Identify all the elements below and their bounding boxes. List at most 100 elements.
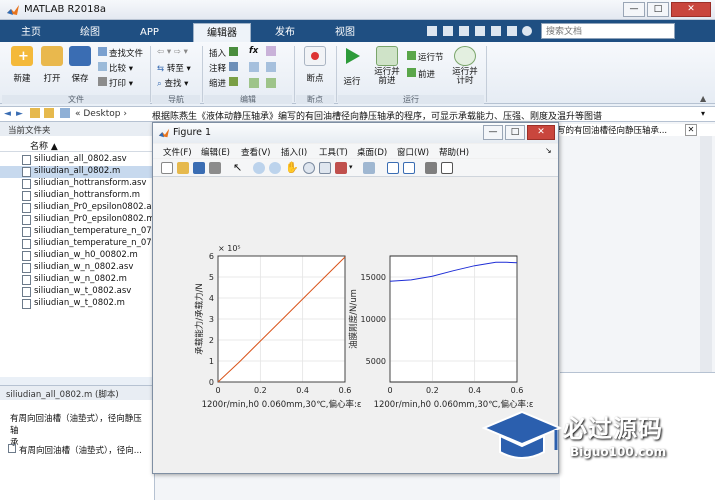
indent-button[interactable]: 缩进: [209, 77, 238, 89]
editor-close-icon[interactable]: ✕: [685, 124, 697, 136]
select-arrow-icon[interactable]: ↖: [233, 161, 242, 174]
y-tick-label: 3: [209, 315, 214, 324]
insert-legend-icon[interactable]: [403, 162, 415, 174]
menu-desktop[interactable]: 桌面(D): [357, 146, 387, 158]
minimize-button[interactable]: —: [623, 2, 645, 17]
tab-apps[interactable]: APP: [127, 23, 172, 42]
file-list-item[interactable]: siliudian_all_0802.asv: [0, 154, 155, 166]
tab-home[interactable]: 主页: [8, 23, 54, 42]
zoom-in-icon[interactable]: [253, 162, 265, 174]
file-list-item[interactable]: siliudian_w_n_0802.asv: [0, 262, 155, 274]
open-file-icon[interactable]: [177, 162, 189, 174]
rotate-3d-icon[interactable]: [303, 162, 315, 174]
new-figure-icon[interactable]: [161, 162, 173, 174]
find-button[interactable]: ⌕ 查找 ▾: [157, 77, 188, 89]
file-list-item[interactable]: siliudian_w_t_0802.m: [0, 298, 155, 310]
file-list-item[interactable]: siliudian_hottransform.m: [0, 190, 155, 202]
save-figure-icon[interactable]: [193, 162, 205, 174]
details-item[interactable]: 有周向回油槽（油垫式），径向...: [8, 444, 142, 456]
edit-tool-icon[interactable]: [249, 62, 259, 72]
path-root[interactable]: « Desktop ›: [75, 109, 127, 119]
run-and-time-button[interactable]: 运行并 计时: [450, 46, 480, 86]
maximize-button[interactable]: □: [647, 2, 669, 17]
run-section-label: 运行节: [418, 53, 444, 63]
save-button[interactable]: 保存: [67, 46, 93, 84]
file-list-item[interactable]: siliudian_Pr0_epsilon0802.asv: [0, 202, 155, 214]
fx-button[interactable]: fx: [249, 46, 258, 56]
menu-help[interactable]: 帮助(H): [439, 146, 469, 158]
nav-back-forward[interactable]: ⇦ ▾ ⇨ ▾: [157, 47, 188, 57]
file-list-item[interactable]: siliudian_w_t_0802.asv: [0, 286, 155, 298]
tab-plots[interactable]: 绘图: [67, 23, 113, 42]
edit-tool-icon[interactable]: [266, 78, 276, 88]
figure-maximize-button[interactable]: □: [505, 125, 525, 140]
indent-icon: [228, 77, 238, 86]
run-advance-button[interactable]: 运行并 前进: [372, 46, 402, 86]
show-plot-tools-icon[interactable]: [441, 162, 453, 174]
drive-icon[interactable]: [60, 108, 70, 118]
menu-window[interactable]: 窗口(W): [397, 146, 429, 158]
breakpoints-button[interactable]: 断点: [302, 46, 328, 84]
file-list-item[interactable]: siliudian_w_h0_00802.m: [0, 250, 155, 262]
pan-hand-icon[interactable]: ✋: [285, 161, 299, 174]
print-figure-icon[interactable]: [209, 162, 221, 174]
menu-file[interactable]: 文件(F): [163, 146, 192, 158]
file-list-item[interactable]: siliudian_temperature_n_0728: [0, 238, 155, 250]
run-section-button[interactable]: 运行节: [407, 51, 444, 63]
compare-label: 比较: [109, 64, 127, 74]
edit-tool-icon[interactable]: [249, 78, 259, 88]
find-files-button[interactable]: 查找文件: [98, 47, 143, 59]
file-icon: [22, 227, 31, 237]
file-list-item[interactable]: siliudian_temperature_n_0728: [0, 226, 155, 238]
address-bar: ◄ ► « Desktop › 根据陈燕生《液体动静压轴承》编写的有回油槽径向静…: [0, 106, 715, 122]
menu-dock-icon[interactable]: ↘: [545, 146, 552, 155]
name-column-header[interactable]: 名称 ▲: [0, 138, 155, 152]
tab-editor[interactable]: 编辑器: [193, 23, 251, 42]
new-button[interactable]: + 新建: [9, 46, 35, 84]
figure-close-button[interactable]: ✕: [527, 125, 555, 140]
tab-publish[interactable]: 发布: [262, 23, 308, 42]
file-name: siliudian_Pr0_epsilon0802.asv: [34, 202, 155, 212]
file-list-item[interactable]: siliudian_all_0802.m: [0, 166, 155, 178]
insert-colorbar-icon[interactable]: [387, 162, 399, 174]
quick-access-toolbar[interactable]: [425, 24, 535, 38]
brush-icon[interactable]: [335, 162, 347, 174]
path-dropdown-icon[interactable]: ▾: [701, 109, 705, 118]
forward-arrow-icon[interactable]: ►: [16, 109, 23, 119]
edit-tool-icon[interactable]: [266, 62, 276, 72]
close-button[interactable]: ✕: [671, 2, 711, 17]
search-docs-input[interactable]: [541, 23, 675, 39]
print-button[interactable]: 打印 ▾: [98, 77, 133, 89]
y-tick-label: 1: [209, 357, 214, 366]
goto-button[interactable]: ⇆ 转至 ▾: [157, 62, 191, 74]
hide-plot-tools-icon[interactable]: [425, 162, 437, 174]
tab-view[interactable]: 视图: [322, 23, 368, 42]
path-current-folder[interactable]: 根据陈燕生《液体动静压轴承》编写的有回油槽径向静压轴承的程序，可显示承载能力、压…: [152, 109, 697, 122]
file-list-item[interactable]: siliudian_w_n_0802.m: [0, 274, 155, 286]
collapse-ribbon-icon[interactable]: ▲: [700, 94, 706, 103]
menu-insert[interactable]: 插入(I): [281, 146, 307, 158]
file-list-item[interactable]: siliudian_hottransform.asv: [0, 178, 155, 190]
edit-tool-icon[interactable]: [266, 46, 276, 56]
menu-edit[interactable]: 编辑(E): [201, 146, 230, 158]
menu-tools[interactable]: 工具(T): [319, 146, 348, 158]
figure-minimize-button[interactable]: —: [483, 125, 503, 140]
compare-button[interactable]: 比较 ▾: [98, 62, 133, 74]
file-list-item[interactable]: siliudian_Pr0_epsilon0802.m: [0, 214, 155, 226]
back-arrow-icon[interactable]: ◄: [4, 109, 11, 119]
y-tick-label: 4: [209, 294, 214, 303]
zoom-out-icon[interactable]: [269, 162, 281, 174]
advance-button[interactable]: 前进: [407, 68, 435, 80]
insert-button[interactable]: 插入: [209, 47, 238, 59]
data-cursor-icon[interactable]: [319, 162, 331, 174]
brush-dropdown-icon[interactable]: ▾: [349, 163, 353, 171]
link-plot-icon[interactable]: [363, 162, 375, 174]
run-button[interactable]: 运行: [340, 46, 364, 87]
up-folder-icon[interactable]: [30, 108, 40, 118]
y-tick-label: 15000: [361, 273, 386, 282]
comment-button[interactable]: 注释: [209, 62, 238, 74]
editor-scrollbar[interactable]: [700, 136, 712, 372]
open-button[interactable]: 打开: [39, 46, 65, 84]
menu-view[interactable]: 查看(V): [241, 146, 270, 158]
browse-folder-icon[interactable]: [44, 108, 54, 118]
